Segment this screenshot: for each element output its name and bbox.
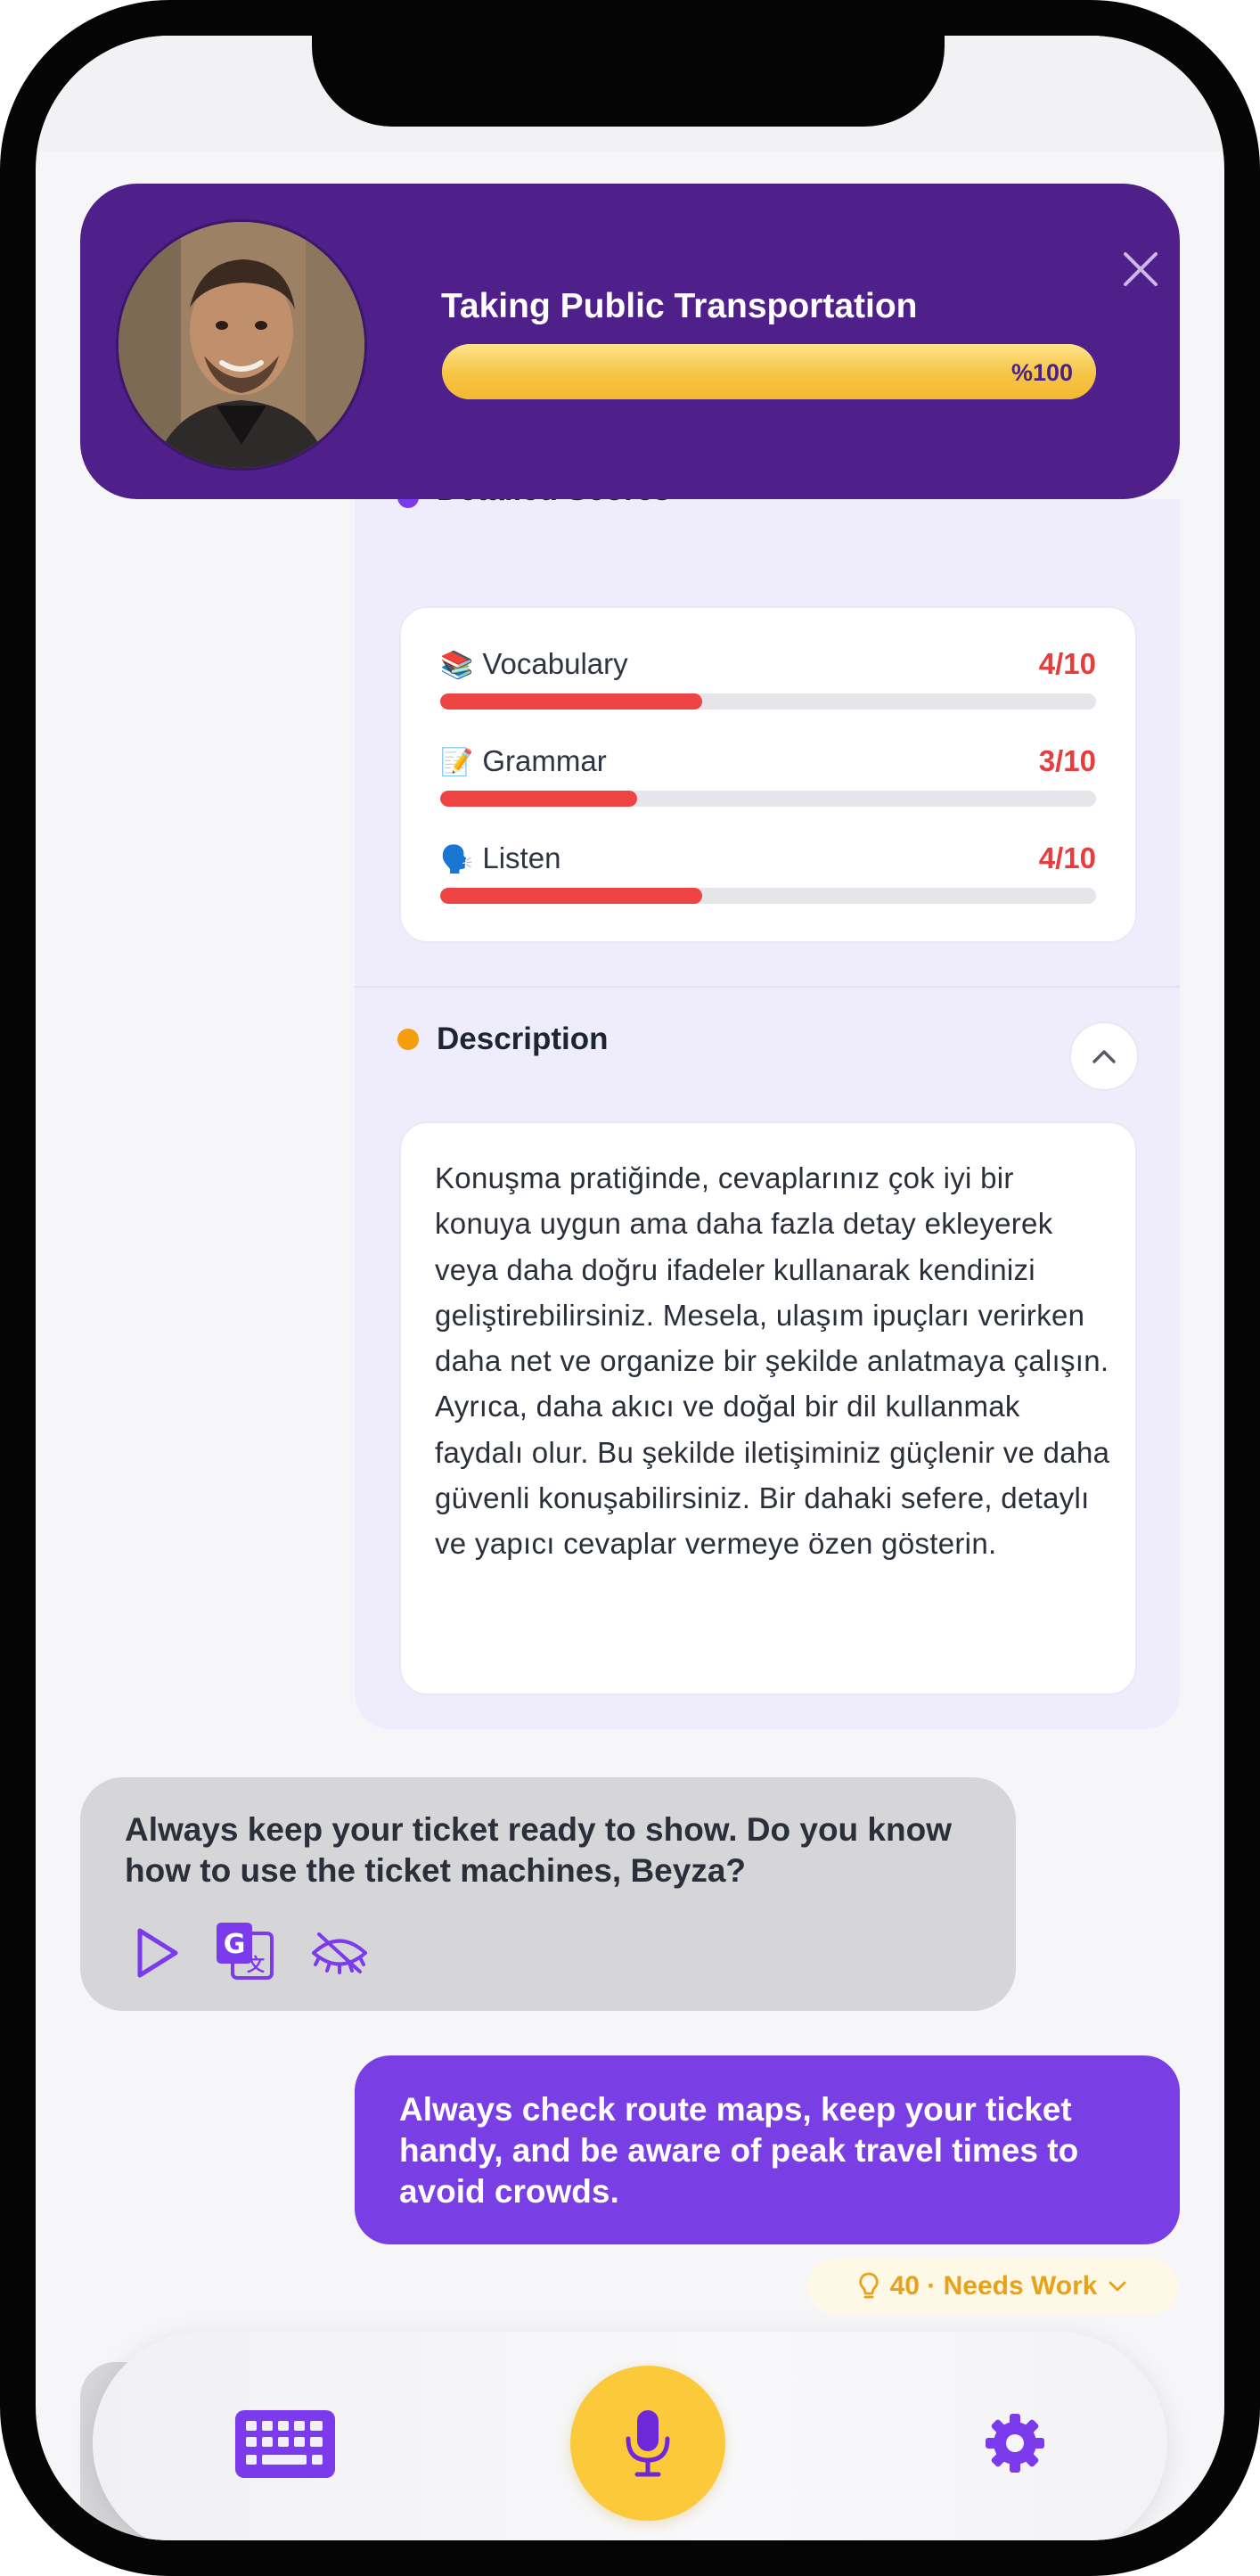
keyboard-icon: [235, 2410, 335, 2478]
score-label: Vocabulary: [482, 647, 628, 680]
score-value: 4/10: [1038, 647, 1096, 680]
collapse-button[interactable]: [1069, 1021, 1139, 1091]
chevron-up-icon: [1092, 1050, 1116, 1063]
score-value: 3/10: [1038, 744, 1096, 777]
device-notch: [312, 36, 945, 127]
svg-text:G: G: [224, 1929, 246, 1960]
lesson-title: Taking Public Transportation: [441, 287, 918, 325]
score-label: Listen: [482, 841, 561, 874]
message-score-label: 40 · Needs Work: [889, 2271, 1098, 2301]
score-row-vocabulary: 📚 Vocabulary 4/10: [440, 647, 1096, 710]
score-bar: [440, 888, 1096, 904]
score-row-grammar: 📝 Grammar 3/10: [440, 744, 1096, 807]
score-label: Grammar: [482, 744, 607, 777]
close-button[interactable]: [1116, 244, 1166, 294]
close-icon: [1124, 252, 1158, 286]
play-icon: [137, 1928, 178, 1978]
assistant-message: Always keep your ticket ready to show. D…: [80, 1777, 1016, 2011]
divider: [355, 986, 1180, 988]
score-bar-fill: [440, 888, 703, 904]
assistant-message-text: Always keep your ticket ready to show. D…: [125, 1811, 952, 1889]
tutor-portrait: [119, 222, 364, 468]
avatar: [116, 219, 367, 471]
lesson-header: Taking Public Transportation %100: [80, 184, 1180, 499]
score-row-listen: 🗣️ Listen 4/10: [440, 841, 1096, 904]
chevron-down-icon: [1109, 2281, 1126, 2292]
speaking-head-icon: 🗣️: [440, 844, 474, 875]
score-bar: [440, 791, 1096, 807]
translate-button[interactable]: G 文: [214, 1920, 276, 1982]
feedback-panel: Detailed Scores 📚Vocabulary 4/10 📝Gramma…: [355, 472, 1180, 1729]
score-value: 4/10: [1038, 841, 1096, 874]
lesson-progress-label: %100: [1010, 359, 1073, 386]
settings-button[interactable]: [984, 2412, 1046, 2474]
bottom-toolbar: [93, 2332, 1167, 2540]
description-dot: [397, 1029, 419, 1050]
microphone-button[interactable]: [570, 2366, 725, 2521]
hide-text-button[interactable]: [308, 1922, 371, 1984]
lesson-progress-fill: [442, 344, 1096, 399]
description-section-title: Description: [437, 1021, 609, 1056]
score-bar-fill: [440, 693, 703, 710]
lesson-progress-bar: %100: [442, 344, 1096, 399]
user-message-text: Always check route maps, keep your ticke…: [399, 2091, 1079, 2210]
message-score-badge[interactable]: 40 · Needs Work: [807, 2259, 1178, 2314]
score-bar: [440, 693, 1096, 710]
phone-frame: Detailed Scores 📚Vocabulary 4/10 📝Gramma…: [0, 0, 1260, 2576]
scores-card: 📚 Vocabulary 4/10 📝 Grammar 3/10 🗣️ Listen: [399, 606, 1137, 943]
svg-text:文: 文: [247, 1954, 266, 1975]
description-text: Konuşma pratiğinde, cevaplarınız çok iyi…: [435, 1161, 1110, 1561]
lightbulb-icon: [858, 2272, 879, 2299]
play-button[interactable]: [127, 1922, 189, 1984]
memo-icon: 📝: [440, 747, 474, 778]
gear-icon: [986, 2414, 1044, 2473]
keyboard-button[interactable]: [235, 2410, 335, 2478]
description-card: Konuşma pratiğinde, cevaplarınız çok iyi…: [399, 1121, 1137, 1695]
app-screen: Detailed Scores 📚Vocabulary 4/10 📝Gramma…: [36, 36, 1224, 2540]
translate-icon: G 文: [217, 1923, 274, 1980]
score-bar-fill: [440, 791, 637, 807]
user-message: Always check route maps, keep your ticke…: [355, 2055, 1180, 2244]
microphone-icon: [626, 2410, 670, 2477]
books-icon: 📚: [440, 650, 474, 681]
eye-off-icon: [312, 1932, 367, 1974]
